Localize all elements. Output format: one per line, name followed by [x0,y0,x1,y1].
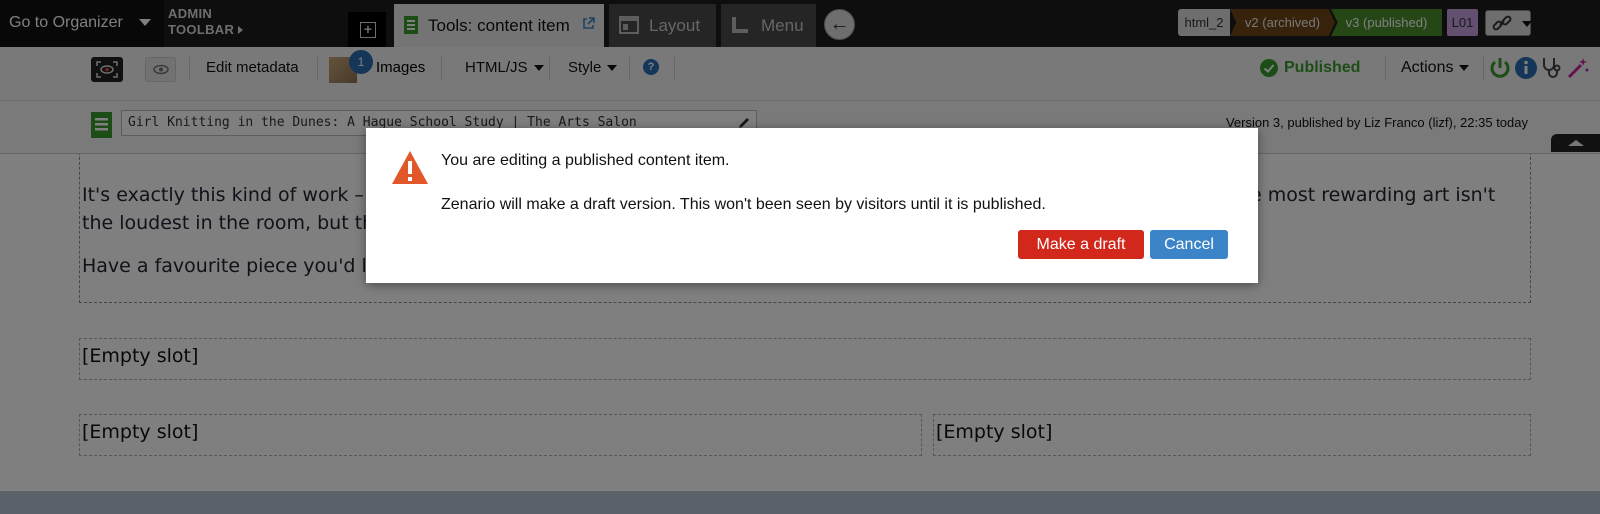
dialog-title: You are editing a published content item… [441,152,730,169]
confirm-dialog: You are editing a published content item… [366,128,1258,283]
make-draft-button[interactable]: Make a draft [1018,230,1144,259]
warning-icon [392,151,428,184]
dialog-message: Zenario will make a draft version. This … [441,196,1046,213]
cancel-button[interactable]: Cancel [1150,230,1228,259]
